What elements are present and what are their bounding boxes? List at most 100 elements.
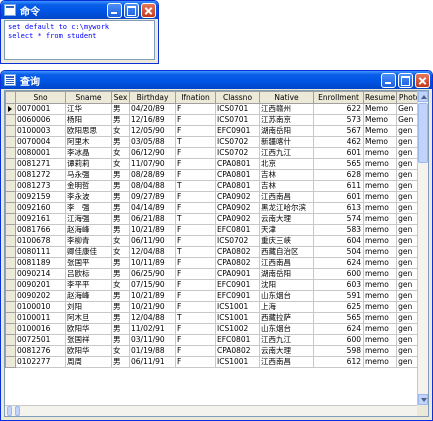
cell-birthday[interactable]: 06/12/90	[129, 147, 176, 159]
row-selector[interactable]	[5, 213, 16, 225]
cell-classno[interactable]: ICS0702	[215, 235, 260, 247]
cell-birthday[interactable]: 08/04/88	[129, 180, 176, 192]
row-selector[interactable]	[5, 191, 16, 203]
row-selector[interactable]	[5, 158, 16, 170]
cell-sno[interactable]: 0092159	[15, 191, 66, 203]
table-row[interactable]: 0100010 刘阳男 10/21/90 F ICS1001 上海 625 memo gen	[5, 301, 424, 313]
cell-sname[interactable]: 李永波	[65, 191, 112, 203]
cell-enrollment[interactable]: 601	[313, 147, 364, 159]
cell-sex[interactable]: 男	[111, 103, 130, 115]
cell-sname[interactable]: 金明哲	[65, 180, 112, 192]
cell-enrollment[interactable]: 624	[313, 323, 364, 335]
cell-resume[interactable]: memo	[362, 312, 398, 324]
cell-resume[interactable]: memo	[362, 213, 398, 225]
cell-sex[interactable]: 女	[111, 246, 130, 258]
cell-sno[interactable]: 0090202	[15, 290, 66, 302]
cell-classno[interactable]: ICS0702	[215, 147, 260, 159]
cell-native[interactable]: 山东烟台	[259, 323, 314, 335]
table-row[interactable]: 0092159 李永波男 09/27/89 F CPA0902 江西南昌 601 memo ge…	[5, 191, 424, 203]
table-row[interactable]: 0090201 李平平女 07/15/90 F EFC0901 沈阳 603 memo gen	[5, 279, 424, 291]
row-selector[interactable]	[5, 345, 16, 357]
cell-sex[interactable]: 男	[111, 213, 130, 225]
minimize-icon[interactable]	[107, 2, 122, 18]
row-selector[interactable]	[5, 257, 16, 269]
cell-resume[interactable]: memo	[362, 268, 398, 280]
cell-native[interactable]: 北京	[259, 158, 314, 170]
cell-native[interactable]: 湖南岳阳	[259, 268, 314, 280]
cell-classno[interactable]: EFC0901	[215, 125, 260, 137]
cell-resume[interactable]: memo	[362, 191, 398, 203]
cell-sex[interactable]: 女	[111, 147, 130, 159]
cell-birthday[interactable]: 10/21/89	[129, 224, 176, 236]
cell-resume[interactable]: memo	[362, 345, 398, 357]
cell-classno[interactable]: EFC0801	[215, 334, 260, 346]
cell-sex[interactable]: 男	[111, 202, 130, 214]
cell-native[interactable]: 重庆三峡	[259, 235, 314, 247]
cell-enrollment[interactable]: 604	[313, 235, 364, 247]
cell-native[interactable]: 江西赣州	[259, 103, 314, 115]
cell-ifnation[interactable]: F	[175, 235, 216, 247]
cell-native[interactable]: 江西九江	[259, 334, 314, 346]
cell-native[interactable]: 西藏自治区	[259, 246, 314, 258]
horizontal-scroll-thumb[interactable]	[7, 406, 12, 416]
vertical-scrollbar[interactable]	[417, 91, 428, 405]
cell-resume[interactable]: memo	[362, 301, 398, 313]
command-input-area[interactable]: set default to c:\mywork select * from st…	[4, 20, 155, 60]
row-selector[interactable]	[5, 103, 16, 115]
column-header-native[interactable]: Native	[259, 91, 314, 104]
cell-sex[interactable]: 男	[111, 180, 130, 192]
column-header-sno[interactable]: Sno	[15, 91, 66, 104]
cell-birthday[interactable]: 10/21/90	[129, 301, 176, 313]
row-selector[interactable]	[5, 356, 16, 368]
table-row[interactable]: 0081273 金明哲男 08/04/88 T CPA0801 吉林 611 memo gen	[5, 180, 424, 192]
cell-ifnation[interactable]: T	[175, 246, 216, 258]
cell-sname[interactable]: 欧阳华	[65, 323, 112, 335]
cell-ifnation[interactable]: F	[175, 125, 216, 137]
cell-birthday[interactable]: 03/11/90	[129, 334, 176, 346]
cell-resume[interactable]: Memo	[362, 125, 398, 137]
cell-native[interactable]: 黑龙江哈尔滨	[259, 202, 314, 214]
cell-classno[interactable]: ICS0701	[215, 114, 260, 126]
table-row[interactable]: 0080111 卿佳康佳女 12/04/88 T CPA0802 西藏自治区 504 memo…	[5, 246, 424, 258]
table-row[interactable]: 0092160 李 强男 04/14/89 F CPA0902 黑龙江哈尔滨 613 memo…	[5, 202, 424, 214]
scroll-down-icon[interactable]	[418, 394, 428, 405]
cell-sno[interactable]: 0081276	[15, 345, 66, 357]
column-header-resume[interactable]: Resume	[362, 91, 398, 104]
cell-birthday[interactable]: 03/05/88	[129, 136, 176, 148]
cell-enrollment[interactable]: 573	[313, 114, 364, 126]
row-selector[interactable]	[5, 312, 16, 324]
table-row[interactable]: 0080001 李冰晶女 06/12/90 F ICS0702 江西九江 601 memo ge…	[5, 147, 424, 159]
cell-classno[interactable]: CPA0902	[215, 191, 260, 203]
table-row[interactable]: 0100016 欧阳华男 11/02/91 F ICS1002 山东烟台 624 memo ge…	[5, 323, 424, 335]
cell-sno[interactable]: 0070004	[15, 136, 66, 148]
cell-sex[interactable]: 男	[111, 257, 130, 269]
cell-classno[interactable]: EFC0801	[215, 224, 260, 236]
cell-ifnation[interactable]: F	[175, 323, 216, 335]
cell-sno[interactable]: 0081189	[15, 257, 66, 269]
cell-enrollment[interactable]: 624	[313, 257, 364, 269]
cell-native[interactable]: 沈阳	[259, 279, 314, 291]
cell-resume[interactable]: memo	[362, 169, 398, 181]
cell-ifnation[interactable]: F	[175, 301, 216, 313]
cell-sex[interactable]: 男	[111, 301, 130, 313]
cell-resume[interactable]: Memo	[362, 114, 398, 126]
cell-sname[interactable]: 李 强	[65, 202, 112, 214]
cell-sex[interactable]: 女	[111, 279, 130, 291]
cell-enrollment[interactable]: 611	[313, 180, 364, 192]
cell-sname[interactable]: 江海强	[65, 213, 112, 225]
cell-sname[interactable]: 杨阳	[65, 114, 112, 126]
row-selector[interactable]	[5, 114, 16, 126]
cell-resume[interactable]: memo	[362, 202, 398, 214]
cell-enrollment[interactable]: 600	[313, 334, 364, 346]
cell-classno[interactable]: CPA0902	[215, 202, 260, 214]
cell-sex[interactable]: 男	[111, 312, 130, 324]
cell-resume[interactable]: memo	[362, 224, 398, 236]
close-icon[interactable]	[415, 72, 430, 88]
cell-sno[interactable]: 0070001	[15, 103, 66, 115]
cell-birthday[interactable]: 06/11/91	[129, 356, 176, 368]
cell-sname[interactable]: 谭莉莉	[65, 158, 112, 170]
maximize-icon[interactable]	[398, 72, 413, 88]
cell-resume[interactable]: memo	[362, 323, 398, 335]
row-selector[interactable]	[5, 301, 16, 313]
cell-sex[interactable]: 女	[111, 235, 130, 247]
